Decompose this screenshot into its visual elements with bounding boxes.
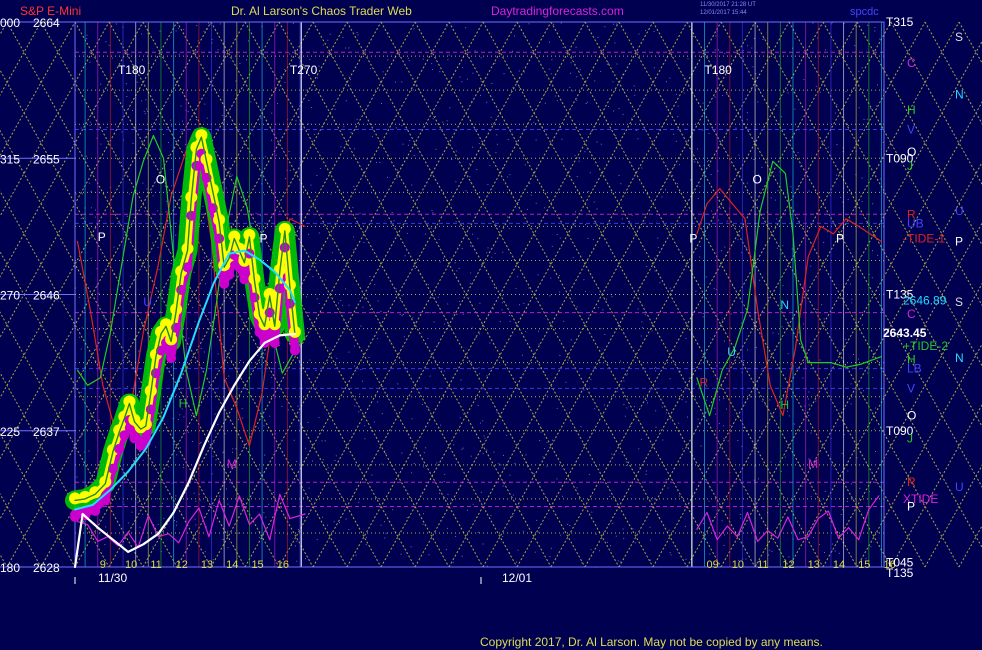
price-point <box>69 492 81 505</box>
y-price-tick-label: 2637 <box>33 425 60 439</box>
right-axis-label: T135 <box>886 566 914 580</box>
right-axis-label: +TIDE-2 <box>903 339 948 353</box>
x-hour-tick-label: 14 <box>833 559 845 571</box>
far-right-label: U <box>955 480 964 494</box>
x-hour-tick-label: 11 <box>757 559 768 571</box>
right-axis-label: P <box>907 499 915 513</box>
in-plot-letter: M <box>227 457 237 471</box>
y-price-tick-label: 2655 <box>33 152 60 166</box>
in-plot-letter: R <box>699 375 708 389</box>
x-hour-tick-label: 10 <box>732 559 744 571</box>
right-axis-label: T315 <box>886 15 914 29</box>
x-hour-tick-label: 13 <box>808 559 820 571</box>
chaos-chart: 180 2628225 2637270 2646315 2655000 26649 10 11… <box>0 0 982 650</box>
price-low-point <box>166 353 177 364</box>
right-axis-label: J <box>907 159 913 173</box>
price-low-point <box>274 283 285 294</box>
in-plot-letter: M <box>808 457 818 471</box>
time-marker-label: T180 <box>705 63 733 77</box>
site-title: Dr. Al Larson's Chaos Trader Web <box>231 4 412 18</box>
y-angle-tick-label: 180 <box>0 561 20 575</box>
in-plot-letter: O <box>753 172 762 186</box>
site-url[interactable]: Daytradingforecasts.com <box>491 4 624 18</box>
in-plot-letter: N <box>780 298 789 312</box>
right-axis-label: V <box>907 381 915 395</box>
price-low-point <box>191 160 202 171</box>
right-axis-label: O <box>907 409 916 423</box>
x-hour-tick-label: 14 <box>226 559 238 571</box>
x-hour-tick-label: 12 <box>782 559 794 571</box>
x-hour-tick-label: 10 <box>125 559 137 571</box>
timestamp-1: 11/30/2017 21:28 UT <box>700 2 756 8</box>
right-axis-label: 2646.89 <box>903 294 947 308</box>
y-price-tick-label: 2646 <box>33 289 60 303</box>
price-low-point <box>219 278 230 289</box>
in-plot-letter: U <box>727 345 736 359</box>
right-axis-label: LB <box>907 362 922 376</box>
x-date-label: 11/30 <box>98 571 127 585</box>
in-plot-letter: U <box>143 295 152 309</box>
right-axis-label: O <box>907 145 916 159</box>
right-axis-label: J <box>907 431 913 445</box>
price-low-point <box>186 210 197 221</box>
in-plot-letter: H <box>780 398 789 412</box>
last-price-label: 2643.45 <box>883 326 927 340</box>
x-hour-tick-label: 15 <box>251 559 263 571</box>
price-low-point <box>119 430 130 441</box>
price-low-point <box>279 242 290 253</box>
instrument-title: S&P E-Mini <box>20 4 81 18</box>
in-plot-letter: P <box>836 231 844 245</box>
far-right-label: S <box>955 295 963 309</box>
x-hour-tick-label: 11 <box>150 559 161 571</box>
y-angle-tick-label: 270 <box>0 289 20 303</box>
far-right-label: N <box>955 351 964 365</box>
time-marker-label: T180 <box>118 63 146 77</box>
price-low-point <box>224 269 235 280</box>
price-low-point <box>90 506 101 516</box>
x-hour-tick-label: 15 <box>858 559 870 571</box>
y-angle-tick-label: 000 <box>0 16 20 30</box>
far-right-label: N <box>955 88 964 102</box>
in-plot-letter: P <box>260 231 268 245</box>
y-angle-tick-label: 225 <box>0 425 20 439</box>
right-axis-label: R <box>907 475 916 489</box>
y-angle-tick-label: 315 <box>0 152 20 166</box>
right-axis-label: C <box>907 56 916 70</box>
price-low-point <box>214 233 225 244</box>
time-marker-label: T270 <box>290 63 318 77</box>
right-axis-label: H <box>907 103 916 117</box>
x-date-label: 12/01 <box>502 571 532 585</box>
copyright: Copyright 2017, Dr. Al Larson. May not b… <box>480 635 823 649</box>
price-low-point <box>289 345 300 356</box>
in-plot-letter: P <box>98 230 106 244</box>
x-hour-tick-label: 12 <box>176 559 188 571</box>
timestamp-2: 12/01/2017 15:44 <box>700 10 747 16</box>
far-right-label: S <box>955 30 963 44</box>
in-plot-letter: O <box>156 172 165 186</box>
price-low-point <box>70 512 80 522</box>
price-low-point <box>239 274 250 285</box>
far-right-label: P <box>955 235 963 249</box>
right-axis-label: UB <box>907 216 924 230</box>
y-price-tick-label: 2664 <box>33 16 60 30</box>
x-hour-tick-label: 9 <box>100 559 106 571</box>
price-low-point <box>176 284 187 295</box>
corner-tag: spcdc <box>850 6 879 18</box>
price-point <box>160 318 172 331</box>
in-plot-letter: H <box>179 397 188 411</box>
right-axis-label: V <box>907 122 915 136</box>
x-hour-tick-label: 16 <box>277 559 289 571</box>
far-right-label: U <box>955 204 964 218</box>
x-hour-tick-label: 09 <box>707 559 719 571</box>
in-plot-letter: P <box>689 231 697 245</box>
y-price-tick-label: 2628 <box>33 561 60 575</box>
right-axis-label: C <box>907 307 916 321</box>
x-hour-tick-label: 13 <box>201 559 213 571</box>
right-axis-label: -TIDE-1 <box>903 231 945 245</box>
